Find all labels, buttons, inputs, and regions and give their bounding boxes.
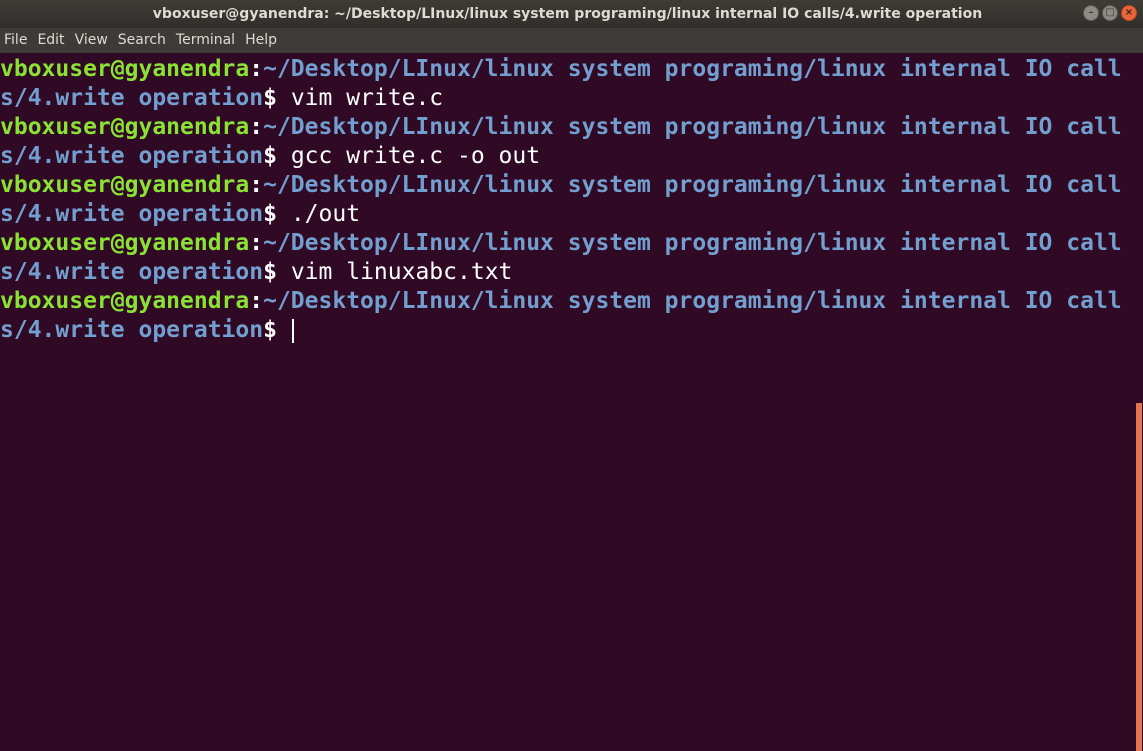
prompt-dollar: $ [263,201,277,227]
prompt-colon: : [249,56,264,82]
menu-help[interactable]: Help [241,28,283,53]
prompt-user: vboxuser@gyanendra [0,114,250,140]
prompt-user: vboxuser@gyanendra [0,230,250,256]
prompt-user: vboxuser@gyanendra [0,288,250,314]
prompt-line-cont: s/4.write operation$ ./out [0,200,1135,229]
menu-bar: File Edit View Search Terminal Help [0,28,1143,53]
prompt-colon: : [249,114,264,140]
prompt-line: vboxuser@gyanendra:~/Desktop/LInux/linux… [0,171,1135,200]
prompt-line: vboxuser@gyanendra:~/Desktop/LInux/linux… [0,229,1135,258]
command-text: vim linuxabc.txt [290,259,513,285]
menu-edit[interactable]: Edit [33,28,70,53]
maximize-button[interactable]: □ [1102,5,1118,21]
prompt-dollar: $ [263,143,277,169]
prompt-path-cont: s/4.write operation [0,259,264,285]
prompt-user: vboxuser@gyanendra [0,172,250,198]
scrollbar[interactable] [1135,53,1143,751]
prompt-path: ~/Desktop/LInux/linux system programing/… [263,230,1122,256]
prompt-line-cont: s/4.write operation$ vim write.c [0,84,1135,113]
prompt-colon: : [249,172,264,198]
prompt-dollar: $ [263,85,277,111]
prompt-line: vboxuser@gyanendra:~/Desktop/LInux/linux… [0,55,1135,84]
command-text: vim write.c [290,85,444,111]
prompt-line-active: s/4.write operation$ [0,316,1135,345]
prompt-dollar: $ [263,317,277,343]
prompt-dollar: $ [263,259,277,285]
prompt-path-cont: s/4.write operation [0,317,264,343]
command-text: gcc write.c -o out [290,143,541,169]
menu-file[interactable]: File [0,28,33,53]
window-title: vboxuser@gyanendra: ~/Desktop/LInux/linu… [152,6,983,22]
prompt-path: ~/Desktop/LInux/linux system programing/… [263,172,1122,198]
menu-view[interactable]: View [71,28,114,53]
menu-search[interactable]: Search [114,28,172,53]
prompt-path-cont: s/4.write operation [0,85,264,111]
prompt-path-cont: s/4.write operation [0,201,264,227]
close-button[interactable]: × [1121,5,1137,21]
window-controls: – □ × [1083,5,1137,21]
terminal-window: vboxuser@gyanendra: ~/Desktop/LInux/linu… [0,0,1143,751]
prompt-line: vboxuser@gyanendra:~/Desktop/LInux/linux… [0,113,1135,142]
prompt-path: ~/Desktop/LInux/linux system programing/… [263,288,1122,314]
command-text: ./out [290,201,361,227]
prompt-path: ~/Desktop/LInux/linux system programing/… [263,56,1122,82]
prompt-line-cont: s/4.write operation$ vim linuxabc.txt [0,258,1135,287]
terminal-output[interactable]: vboxuser@gyanendra:~/Desktop/LInux/linux… [0,53,1135,751]
prompt-colon: : [249,288,264,314]
menu-terminal[interactable]: Terminal [172,28,241,53]
prompt-path: ~/Desktop/LInux/linux system programing/… [263,114,1122,140]
prompt-user: vboxuser@gyanendra [0,56,250,82]
prompt-colon: : [249,230,264,256]
scrollbar-thumb[interactable] [1136,403,1142,751]
text-cursor [291,318,294,343]
minimize-button[interactable]: – [1083,5,1099,21]
title-bar[interactable]: vboxuser@gyanendra: ~/Desktop/LInux/linu… [0,0,1143,28]
prompt-line-cont: s/4.write operation$ gcc write.c -o out [0,142,1135,171]
prompt-line: vboxuser@gyanendra:~/Desktop/LInux/linux… [0,287,1135,316]
prompt-path-cont: s/4.write operation [0,143,264,169]
